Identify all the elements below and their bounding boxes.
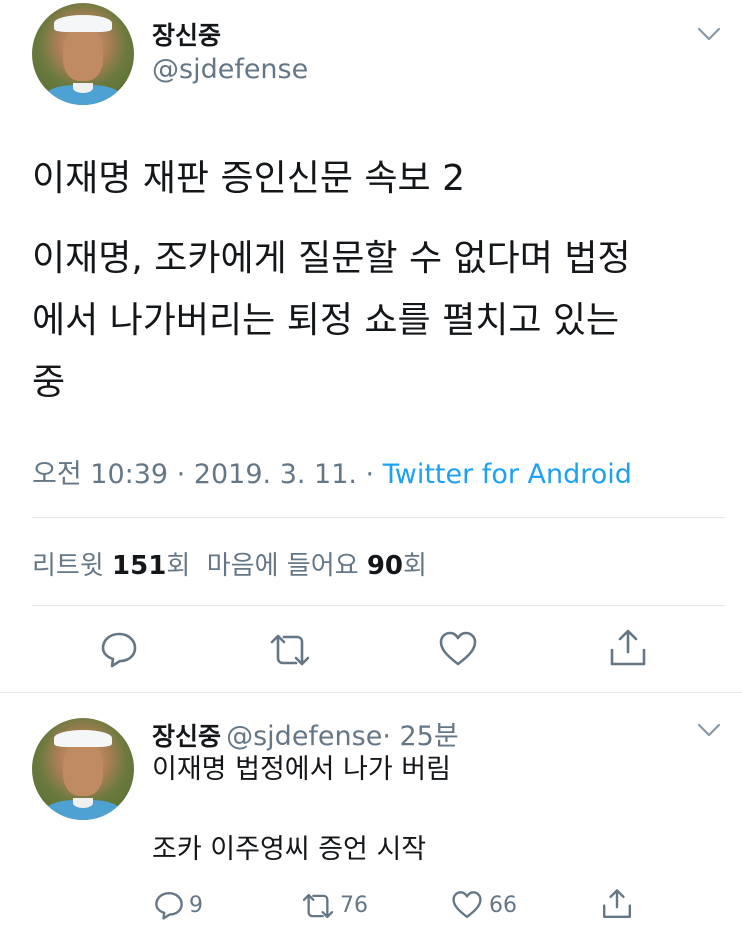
tweet-text-line-1: 이재명 재판 증인신문 속보 2 [32, 158, 465, 199]
chevron-down-icon[interactable] [697, 27, 721, 41]
retweets-stat[interactable]: 리트윗 151회 [32, 551, 190, 581]
reply-text-line-2: 조카 이주영씨 증언 시작 [152, 834, 427, 865]
heart-icon[interactable] [438, 630, 478, 668]
retweet-icon[interactable] [300, 892, 336, 920]
avatar-face [62, 27, 104, 81]
tweet-timestamp: 오전 10:39 · 2019. 3. 11. · Twitter for An… [32, 452, 632, 491]
avatar-face [62, 742, 104, 796]
tweet-time: 오전 10:39 · 2019. 3. 11. · [32, 459, 383, 490]
avatar-collar [72, 797, 94, 808]
avatar-collar [72, 82, 94, 93]
retweets-unit: 회 [166, 551, 191, 581]
tweet-source-link[interactable]: Twitter for Android [383, 459, 632, 490]
retweets-label: 리트윗 [32, 551, 104, 581]
likes-label: 마음에 들어요 [206, 551, 359, 581]
reply-like-count: 66 [489, 893, 517, 918]
reply-text-line-1: 이재명 법정에서 나가 버림 [152, 754, 451, 785]
retweets-count: 151 [112, 551, 167, 581]
divider [0, 692, 742, 693]
likes-count: 90 [366, 551, 404, 581]
likes-unit: 회 [403, 551, 427, 581]
tweet-text-line-2: 이재명, 조카에게 질문할 수 없다며 법정 [32, 238, 631, 279]
author-name[interactable]: 장신중 [152, 16, 221, 52]
reply-author-handle[interactable]: @sjdefense [226, 721, 382, 752]
author-handle[interactable]: @sjdefense [152, 54, 308, 85]
retweet-icon[interactable] [268, 632, 312, 668]
share-icon[interactable] [608, 628, 648, 668]
chevron-down-icon[interactable] [697, 723, 721, 737]
heart-icon[interactable] [451, 890, 483, 920]
reply-header: 장신중 @sjdefense· 25분 [152, 714, 459, 753]
tweet-text-line-3: 에서 나가버리는 퇴정 쇼를 펼치고 있는 [32, 300, 620, 341]
share-icon[interactable] [601, 888, 633, 920]
reply-age: · 25분 [382, 721, 459, 752]
likes-stat[interactable]: 마음에 들어요 90회 [207, 551, 427, 581]
reply-icon[interactable] [154, 890, 184, 920]
divider [32, 605, 725, 606]
reply-author-avatar[interactable] [32, 718, 134, 820]
reply-count: 9 [189, 893, 203, 918]
reply-retweet-count: 76 [340, 893, 368, 918]
tweet-text-line-4: 중 [32, 362, 66, 403]
tweet-stats: 리트윗 151회 마음에 들어요 90회 [32, 545, 427, 582]
reply-icon[interactable] [100, 630, 138, 668]
divider [32, 517, 725, 518]
avatar-cap [54, 15, 112, 32]
reply-author-name[interactable]: 장신중 [152, 722, 221, 751]
avatar-cap [54, 730, 112, 747]
author-avatar[interactable] [32, 3, 134, 105]
